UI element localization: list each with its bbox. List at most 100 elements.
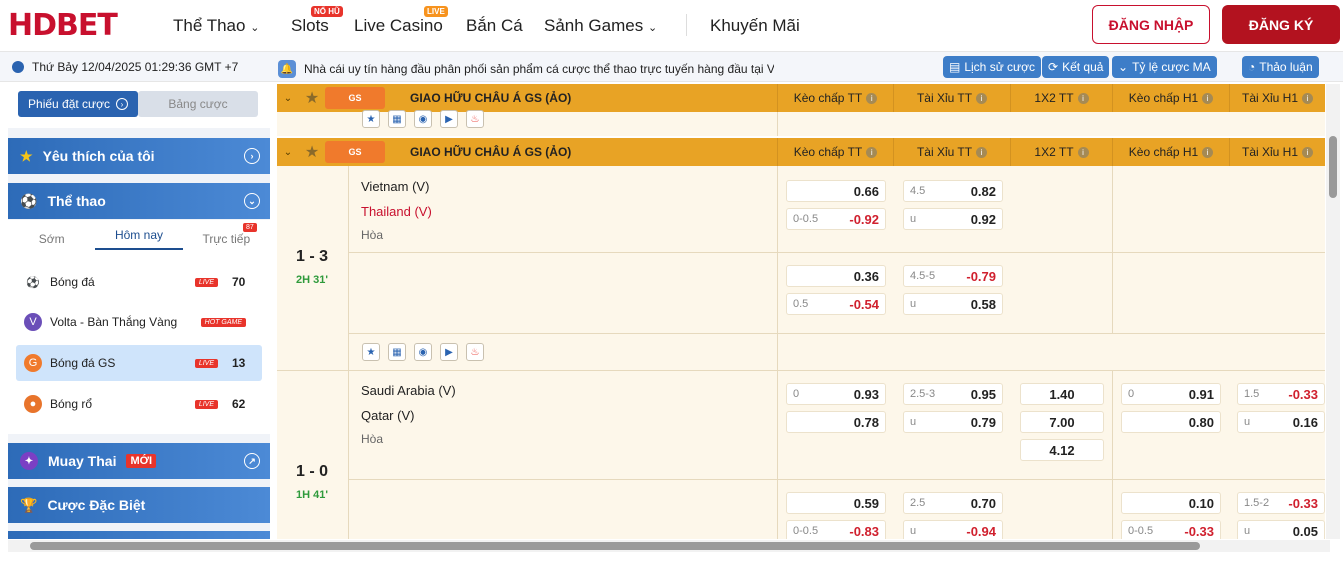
odds-cell-1x2[interactable]: 7.00 — [1020, 411, 1104, 433]
odds-cell-1x2[interactable]: 1.40 — [1020, 383, 1104, 405]
col-hdp-h1: Kèo chấp H1 i — [1112, 84, 1229, 112]
vertical-scrollbar[interactable] — [1326, 84, 1340, 539]
star-icon[interactable]: ★ — [299, 142, 325, 162]
odds-cell[interactable]: 0.78 — [786, 411, 886, 433]
odds-value: -0.54 — [849, 296, 879, 312]
star-icon[interactable]: ★ — [362, 110, 380, 128]
results-button[interactable]: ⟳ Kết quả — [1042, 56, 1110, 78]
stats-icon[interactable]: ▦ — [388, 110, 406, 128]
notice: 🔔 Nhà cái uy tín hàng đầu phân phối sản … — [278, 60, 774, 78]
eye-icon[interactable]: ◉ — [414, 343, 432, 361]
odds-cell[interactable]: 0.66 — [786, 180, 886, 202]
sidebar-next-item[interactable] — [8, 531, 270, 539]
league-header[interactable]: ⌄ ★ GS GIAO HỮU CHÂU Á GS (ẢO) Kèo chấp … — [277, 84, 1325, 112]
chevron-down-icon[interactable]: ⌄ — [277, 147, 299, 158]
sport-count: 70 — [232, 275, 246, 289]
eye-icon[interactable]: ◉ — [414, 110, 432, 128]
nav-promo[interactable]: Khuyến Mãi — [710, 16, 800, 36]
odds-cell[interactable]: 0-0.5 -0.33 — [1121, 520, 1221, 539]
datetime: Thứ Bảy 12/04/2025 01:29:36 GMT +7 — [12, 60, 238, 74]
fire-icon[interactable]: ♨ — [466, 343, 484, 361]
odds-value: 0.79 — [970, 414, 996, 430]
nav-casino[interactable]: Live Casino — [354, 16, 443, 36]
odds-table: ⌄ ★ GS GIAO HỮU CHÂU Á GS (ẢO) Kèo chấp … — [277, 84, 1325, 539]
star-icon[interactable]: ★ — [362, 343, 380, 361]
nav-slots[interactable]: Slots — [291, 16, 329, 36]
football-gs-icon: G — [24, 354, 42, 372]
info-icon: i — [866, 146, 878, 158]
sport-item-basketball[interactable]: ● Bóng rổ LIVE 62 — [16, 386, 262, 422]
stats-icon[interactable]: ▦ — [388, 343, 406, 361]
sport-item-football-gs[interactable]: G Bóng đá GS LIVE 13 — [16, 345, 262, 381]
divider — [348, 333, 1325, 334]
sidebar-special-bets[interactable]: 🏆 Cược Đặc Biệt — [8, 487, 270, 523]
play-icon[interactable]: ▶ — [440, 343, 458, 361]
odds-cell[interactable]: u 0.79 — [903, 411, 1003, 433]
tab-bet-slip[interactable]: Phiếu đặt cược › — [18, 91, 138, 117]
sidebar-favorites[interactable]: ★ Yêu thích của tôi › — [8, 138, 270, 174]
discussion-button[interactable]: ◔ Thảo luận — [1242, 56, 1319, 78]
nav-casino-label: Live Casino — [354, 16, 443, 35]
discussion-label: Thảo luận — [1259, 60, 1313, 74]
scroll-thumb[interactable] — [1329, 136, 1337, 198]
tab-early[interactable]: Sớm — [8, 232, 95, 246]
sport-item-football[interactable]: ⚽ Bóng đá LIVE 70 — [16, 264, 262, 300]
col-hdp-ft: Kèo chấp TT i — [777, 138, 893, 166]
odds-cell[interactable]: 0-0.5 -0.92 — [786, 208, 886, 230]
play-icon[interactable]: ▶ — [440, 110, 458, 128]
login-button[interactable]: ĐĂNG NHẬP — [1092, 5, 1210, 44]
sidebar-muay-thai[interactable]: ✦ Muay Thai MỚI ↗ — [8, 443, 270, 479]
odds-cell[interactable]: u 0.05 — [1237, 520, 1325, 539]
register-button[interactable]: ĐĂNG KÝ — [1222, 5, 1340, 44]
brand-logo[interactable]: HDBET — [8, 8, 118, 43]
nav-games[interactable]: Sảnh Games ⌄ — [544, 16, 657, 36]
chat-icon: ◔ — [1248, 60, 1256, 74]
league-header[interactable]: ⌄ ★ GS GIAO HỮU CHÂU Á GS (ẢO) Kèo chấp … — [277, 138, 1325, 166]
odds-cell[interactable]: 0-0.5 -0.83 — [786, 520, 886, 539]
nav-fish[interactable]: Bắn Cá — [466, 16, 523, 36]
sport-item-volta[interactable]: V Volta - Bàn Thắng Vàng HOT GAME — [16, 304, 262, 340]
odds-cell[interactable]: 0 0.93 — [786, 383, 886, 405]
odds-cell[interactable]: 0.36 — [786, 265, 886, 287]
sport-count: 13 — [232, 356, 246, 370]
odds-cell[interactable]: u 0.58 — [903, 293, 1003, 315]
odds-cell[interactable]: 1.5 -0.33 — [1237, 383, 1325, 405]
favorites-label: Yêu thích của tôi — [42, 148, 155, 164]
fire-icon[interactable]: ♨ — [466, 110, 484, 128]
slip-tabs: Phiếu đặt cược › Bảng cược — [8, 84, 270, 128]
odds-cell[interactable]: 4.5-5 -0.79 — [903, 265, 1003, 287]
odds-cell[interactable]: 2.5 0.70 — [903, 492, 1003, 514]
scroll-thumb[interactable] — [30, 542, 1200, 550]
chevron-down-icon: ⌄ — [647, 22, 658, 34]
tab-today[interactable]: Hôm nay — [95, 228, 183, 250]
odds-cell[interactable]: 0.59 — [786, 492, 886, 514]
info-icon: i — [866, 92, 878, 104]
horizontal-scrollbar[interactable] — [8, 540, 1330, 552]
odds-cell[interactable]: 0.80 — [1121, 411, 1221, 433]
divider — [777, 371, 778, 539]
odds-cell[interactable]: 1.5-2 -0.33 — [1237, 492, 1325, 514]
odds-type-select[interactable]: ⌄ Tỷ lệ cược MA — [1112, 56, 1217, 78]
tab-live[interactable]: Trực tiếp — [183, 232, 270, 246]
odds-cell[interactable]: u -0.94 — [903, 520, 1003, 539]
volta-icon: V — [24, 313, 42, 331]
odds-cell[interactable]: 0 0.91 — [1121, 383, 1221, 405]
odds-cell-1x2[interactable]: 4.12 — [1020, 439, 1104, 461]
col-ou-h1: Tài Xỉu H1 i — [1229, 138, 1325, 166]
odds-cell[interactable]: 0.5 -0.54 — [786, 293, 886, 315]
handicap: 1.5-2 — [1244, 497, 1270, 509]
odds-cell[interactable]: u 0.16 — [1237, 411, 1325, 433]
chevron-down-icon[interactable]: ⌄ — [277, 93, 299, 104]
odds-cell[interactable]: 0.10 — [1121, 492, 1221, 514]
tab-odds-board[interactable]: Bảng cược — [138, 91, 258, 117]
star-icon[interactable]: ★ — [299, 88, 325, 108]
sport-count: 62 — [232, 397, 246, 411]
nav-sports[interactable]: Thể Thao ⌄ — [173, 16, 259, 36]
history-icon: ▤ — [949, 60, 961, 74]
odds-cell[interactable]: 2.5-3 0.95 — [903, 383, 1003, 405]
nav-slots-label: Slots — [291, 16, 329, 35]
odds-cell[interactable]: u 0.92 — [903, 208, 1003, 230]
bet-history-button[interactable]: ▤ Lịch sử cược — [943, 56, 1041, 78]
odds-cell[interactable]: 4.5 0.82 — [903, 180, 1003, 202]
sidebar-sports[interactable]: ⚽ Thể thao ⌄ — [8, 183, 270, 219]
